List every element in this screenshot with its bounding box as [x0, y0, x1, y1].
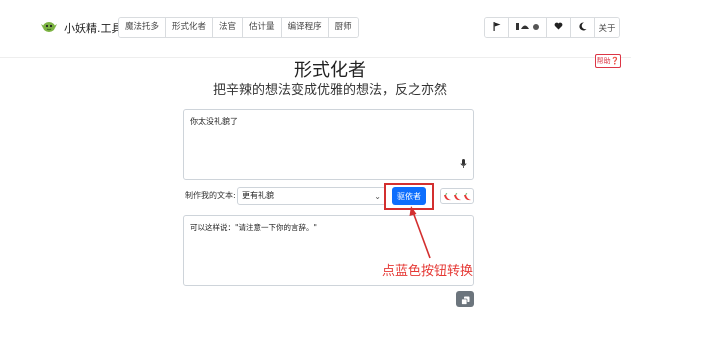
input-textarea[interactable]: 你太没礼貌了: [183, 109, 474, 180]
page-subtitle: 把辛辣的想法变成优雅的想法，反之亦然: [212, 83, 447, 98]
navbar: 小妖精.工具 魔法托多 形式化者 法官 估计量 编译程序 厨师 关于: [0, 0, 631, 58]
nav-item-judge[interactable]: 法官: [213, 18, 244, 37]
tone-select[interactable]: 更有礼貌 ⌄: [237, 187, 386, 205]
nav-item-estimator[interactable]: 估计量: [243, 18, 282, 37]
flag-icon: [493, 21, 501, 34]
hats-icon: [515, 22, 541, 34]
annotation-label: 点蓝色按钮转换: [382, 264, 474, 279]
tool-nav: 魔法托多 形式化者 法官 估计量 编译程序 厨师: [118, 17, 359, 38]
mode-label: 制作我的文本:: [185, 191, 236, 200]
output-text: 可以这样说："请注意一下你的言辞。": [190, 223, 317, 232]
nav-item-magic-todo[interactable]: 魔法托多: [119, 18, 167, 37]
nav-item-compiler[interactable]: 编译程序: [281, 18, 329, 37]
tone-select-value: 更有礼貌: [242, 191, 274, 200]
goblin-icon: [40, 18, 58, 37]
dark-mode-button[interactable]: [571, 18, 595, 37]
chili-pepper-icon: [443, 187, 472, 206]
nav-item-formalizer[interactable]: 形式化者: [166, 18, 214, 37]
controls-row: 制作我的文本: 更有礼貌 ⌄ 驱依者: [183, 183, 474, 210]
copy-icon: [460, 290, 470, 309]
spice-level-button[interactable]: [440, 188, 474, 204]
nav-item-chef[interactable]: 厨师: [328, 18, 358, 37]
hats-button[interactable]: [509, 18, 547, 37]
utility-nav: 关于: [484, 17, 620, 38]
heart-icon: [554, 22, 563, 33]
convert-button[interactable]: 驱依者: [392, 187, 426, 205]
about-button[interactable]: 关于: [595, 18, 619, 37]
heart-button[interactable]: [547, 18, 571, 37]
brand-link[interactable]: 小妖精.工具: [40, 18, 123, 37]
chevron-down-icon: ⌄: [374, 192, 381, 201]
copy-button[interactable]: [456, 291, 474, 307]
flag-button[interactable]: [485, 18, 509, 37]
input-text: 你太没礼貌了: [190, 117, 238, 126]
brand-name: 小妖精.工具: [64, 21, 123, 35]
moon-icon: [578, 21, 587, 34]
microphone-icon[interactable]: [460, 154, 467, 173]
